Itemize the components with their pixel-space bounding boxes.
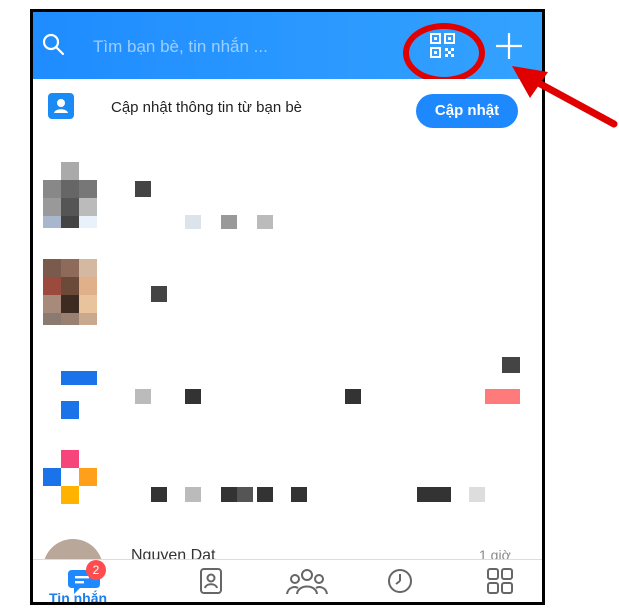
top-bar: Tìm bạn bè, tin nhắn ...: [33, 12, 542, 83]
contact-card-icon: [48, 93, 74, 119]
redacted-name: [135, 181, 151, 197]
highlight-circle: [403, 23, 485, 83]
update-button[interactable]: Cập nhật: [416, 94, 518, 128]
search-input[interactable]: Tìm bạn bè, tin nhắn ...: [93, 37, 268, 57]
update-banner-text: Cập nhật thông tin từ bạn bè: [111, 99, 303, 116]
redacted-time: [502, 357, 520, 373]
conversation-row[interactable]: [33, 349, 542, 439]
conversation-row[interactable]: [33, 155, 542, 245]
unread-badge: 2: [86, 560, 106, 580]
redacted-name: [151, 286, 167, 302]
plus-icon[interactable]: [494, 31, 524, 61]
update-banner: Cập nhật thông tin từ bạn bè Cập nhật: [33, 79, 542, 129]
conversation-row[interactable]: [33, 249, 542, 339]
bottom-navigation: 2 Tin nhắn: [33, 559, 542, 605]
timeline-icon[interactable]: [382, 566, 418, 596]
groups-icon[interactable]: [285, 566, 329, 596]
more-grid-icon[interactable]: [482, 566, 518, 596]
nav-label-messages: Tin nhắn: [49, 590, 108, 605]
conversation-row[interactable]: [33, 442, 542, 532]
phone-screen: Tìm bạn bè, tin nhắn ... Cập nhật thông …: [30, 9, 545, 605]
contacts-icon[interactable]: [193, 566, 229, 596]
search-icon[interactable]: [41, 32, 65, 56]
